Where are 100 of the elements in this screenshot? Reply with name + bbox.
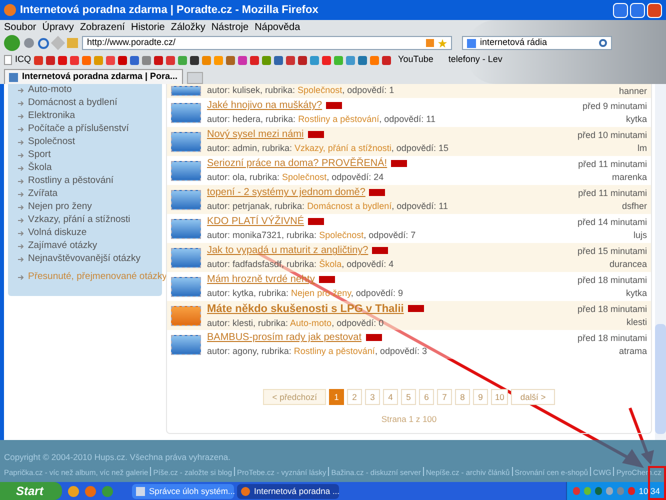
category-link[interactable]: Počítače a příslušenství	[18, 123, 162, 136]
question-icon	[171, 86, 201, 96]
browser-tab[interactable]: Internetová poradna zdarma | Pora...	[4, 69, 183, 84]
page-button[interactable]: 5	[400, 389, 416, 405]
user-link[interactable]: marenka	[612, 170, 647, 184]
time-text: před 18 minutami	[577, 332, 647, 344]
category-link[interactable]: Zajímavé otázky	[18, 240, 162, 253]
arrow-icon	[18, 166, 24, 171]
time-text: před 10 minutami	[577, 128, 647, 142]
category-link[interactable]: Společnost	[282, 172, 327, 182]
separator	[590, 466, 592, 476]
user-link[interactable]: kytka	[626, 286, 647, 300]
question-meta: autor: agony, rubrika: Rostliny a pěstování, odpovědí: 3	[207, 345, 428, 358]
bookmark-link[interactable]: ICQ	[15, 53, 32, 67]
window-title: Internetová poradna zdarma | Poradte.cz - Mozilla Firefox	[20, 2, 320, 18]
back-button[interactable]	[4, 35, 20, 51]
category-link[interactable]: Elektronika	[18, 110, 162, 123]
page-button[interactable]: 4	[382, 389, 398, 405]
quick-launch-icon[interactable]	[85, 486, 96, 496]
arrow-icon	[18, 153, 24, 158]
page-button[interactable]: 3	[364, 389, 380, 405]
menu-item[interactable]: Úpravy	[42, 20, 74, 34]
category-link[interactable]: Rostliny a pěstování	[18, 175, 162, 188]
close-button[interactable]	[647, 2, 662, 18]
user-link[interactable]: hanner	[618, 84, 647, 98]
category-link[interactable]: Společnost	[298, 85, 342, 96]
bookmark-link[interactable]: telefony - Lev	[448, 53, 502, 67]
question-link[interactable]: Máte někdo skušenosti s LPG v Thalii	[207, 300, 404, 317]
redaction-mark	[308, 131, 324, 138]
separator	[328, 466, 330, 476]
redaction-mark	[326, 102, 342, 110]
category-link[interactable]: Auto-moto	[18, 84, 162, 97]
new-tab-button[interactable]	[186, 72, 203, 84]
category-link[interactable]: Společnost	[319, 230, 364, 240]
maximize-button[interactable]	[630, 2, 645, 18]
bookmark-link[interactable]: YouTube	[398, 53, 434, 67]
menu-item[interactable]: Zobrazení	[80, 20, 125, 34]
user-link[interactable]: durancea	[609, 258, 647, 270]
category-link[interactable]: Společnost	[18, 136, 162, 149]
question-meta: autor: ola, rubrika: Společnost, odpovědí: 24	[207, 171, 385, 184]
question-link[interactable]: BAMBUS-prosím rady jak pestovat	[207, 330, 362, 346]
category-link[interactable]: Domácnost a bydlení	[307, 201, 392, 212]
category-link[interactable]: Zvířata	[18, 188, 162, 201]
question-icon	[171, 160, 201, 180]
user-link[interactable]: dsfher	[622, 200, 647, 212]
category-link[interactable]: Škola	[319, 259, 342, 270]
reload-button[interactable]	[38, 38, 49, 48]
question-link[interactable]: topení - 2 systémy v jednom domě?	[207, 185, 366, 200]
category-link[interactable]: Auto-moto	[290, 318, 332, 328]
category-link[interactable]: Sport	[18, 149, 162, 162]
category-link[interactable]: Nejen pro ženy	[18, 201, 162, 214]
page-button[interactable]: 6	[418, 389, 434, 405]
page-button[interactable]: 8	[454, 389, 470, 405]
page-button[interactable]: 7	[436, 389, 452, 405]
address-field[interactable]: http://www.poradte.cz/	[82, 36, 452, 50]
scrollbar-thumb[interactable]	[655, 324, 666, 434]
user-link[interactable]: kytka	[626, 112, 647, 126]
category-link[interactable]: Vzkazy, přání a stížnosti	[294, 143, 392, 154]
category-link[interactable]: Rostliny a pěstování	[294, 346, 375, 356]
time-text: před 18 minutami	[577, 274, 647, 286]
quick-launch-icon[interactable]	[68, 486, 79, 496]
question-link[interactable]: Jak to vypadá u maturit z angličtiny?	[207, 243, 368, 258]
category-link[interactable]: Nejen pro ženy	[291, 288, 351, 298]
page-button[interactable]: 10	[490, 389, 508, 405]
taskbar-button[interactable]: Správce úloh systém...	[132, 484, 234, 498]
page-button[interactable]: 9	[472, 389, 488, 405]
menu-item[interactable]: Nápověda	[254, 20, 300, 34]
menu-item[interactable]: Historie	[130, 20, 165, 34]
user-link[interactable]: atrama	[618, 344, 647, 358]
category-link[interactable]: Vzkazy, přání a stížnosti	[18, 214, 162, 227]
category-link[interactable]: Volná diskuze	[18, 227, 162, 240]
category-link[interactable]: Domácnost a bydlení	[18, 97, 162, 110]
redaction-mark	[308, 218, 324, 226]
start-button[interactable]: Start	[0, 482, 62, 500]
star-icon[interactable]	[438, 38, 447, 48]
category-link[interactable]: Škola	[18, 162, 162, 175]
search-field[interactable]: internetová rádia	[462, 36, 612, 50]
page-button[interactable]: 2	[346, 389, 362, 405]
user-link[interactable]: klesti	[626, 316, 647, 328]
question-link[interactable]: KDO PLATÍ VÝŽIVNÉ	[207, 214, 304, 230]
user-link[interactable]: lm	[638, 142, 647, 154]
menu-item[interactable]: Záložky	[170, 20, 206, 34]
question-meta: autor: kulisek, rubrika: Společnost, odpovědí: 1	[207, 84, 396, 98]
page-button[interactable]: 1	[328, 389, 344, 405]
question-link[interactable]: Nový sysel mezi námi	[207, 127, 304, 142]
minimize-button[interactable]	[613, 2, 628, 18]
taskbar-button[interactable]: Internetová poradna ...	[237, 484, 339, 498]
menu-item[interactable]: Soubor	[4, 20, 36, 34]
user-link[interactable]: lujs	[633, 228, 647, 242]
forward-button[interactable]	[24, 38, 34, 48]
quick-launch-icon[interactable]	[102, 486, 113, 496]
menu-item[interactable]: Nástroje	[211, 20, 249, 34]
page-button[interactable]: další >	[511, 389, 555, 405]
separator	[512, 466, 513, 476]
question-link[interactable]: Seriozní práce na doma? PROVĚŘENÁ!	[207, 156, 388, 172]
question-link[interactable]: Jaké hnojivo na muškáty?	[207, 98, 322, 114]
time-text: před 15 minutami	[577, 244, 647, 258]
category-link[interactable]: Rostliny a pěstování	[298, 114, 380, 124]
search-icon[interactable]	[599, 39, 607, 47]
category-link[interactable]: Nejnavštěvovanější otázky	[18, 253, 162, 266]
